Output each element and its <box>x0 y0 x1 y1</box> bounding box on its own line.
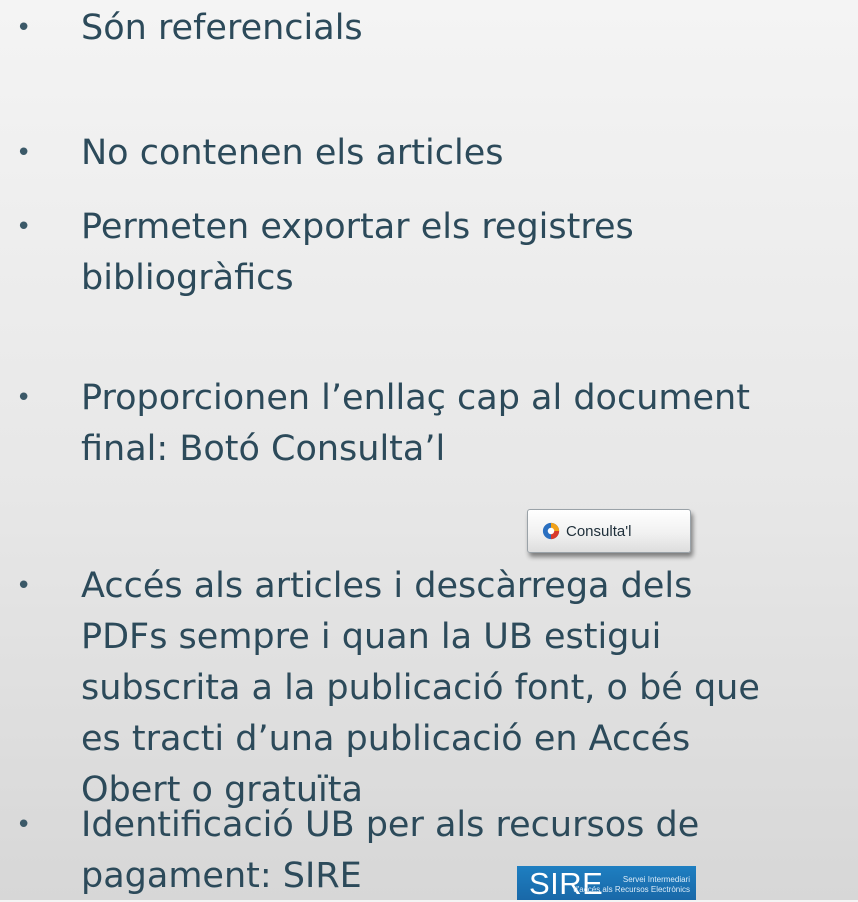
sire-logo-title: SIRE <box>529 866 604 900</box>
bullet-text: Permeten exportar els registres bibliogr… <box>81 202 856 304</box>
bullet-line: Permeten exportar els registres <box>81 207 634 247</box>
bullet-line: bibliogràfics <box>81 258 294 298</box>
bullet-text: Són referencials <box>81 3 856 54</box>
bullet-line: final: Botó Consulta’l <box>81 429 446 469</box>
bullet-text: No contenen els articles <box>81 128 856 179</box>
bullet-icon: • <box>16 810 32 840</box>
bullet-line: pagament: SIRE <box>81 856 362 896</box>
bullet-text: Identificació UB per als recursos de pag… <box>81 800 856 902</box>
bullet-text: Proporcionen l’enllaç cap al document fi… <box>81 373 856 475</box>
consulta-button[interactable]: Consulta'l <box>527 509 691 553</box>
bullet-line: Accés als articles i descàrrega dels <box>81 566 693 606</box>
bullet-line: PDFs sempre i quan la UB estigui <box>81 617 662 657</box>
bullet-line: Són referencials <box>81 8 363 48</box>
bullet-line: Proporcionen l’enllaç cap al document <box>81 378 750 418</box>
bullet-icon: • <box>16 383 32 413</box>
sire-logo-caption: Servei Intermediari <box>622 875 690 884</box>
bullet-line: No contenen els articles <box>81 133 504 173</box>
sire-logo: SIRE Servei Intermediari d'accés als Rec… <box>517 866 696 900</box>
bullet-line: Identificació UB per als recursos de <box>81 805 700 845</box>
bullet-icon: • <box>16 571 32 601</box>
bullet-text: Accés als articles i descàrrega dels PDF… <box>81 561 856 816</box>
sire-logo-caption: d'accés als Recursos Electrònics <box>573 885 690 894</box>
bullet-icon: • <box>16 138 32 168</box>
slide: • Són referencials • No contenen els art… <box>0 0 858 900</box>
bullet-line: subscrita a la publicació font, o bé que <box>81 668 760 708</box>
circle-arrow-icon <box>542 522 560 540</box>
bullet-line: es tracti d’una publicació en Accés <box>81 719 691 759</box>
consulta-button-label: Consulta'l <box>566 522 632 540</box>
bullet-icon: • <box>16 212 32 242</box>
bullet-icon: • <box>16 13 32 43</box>
